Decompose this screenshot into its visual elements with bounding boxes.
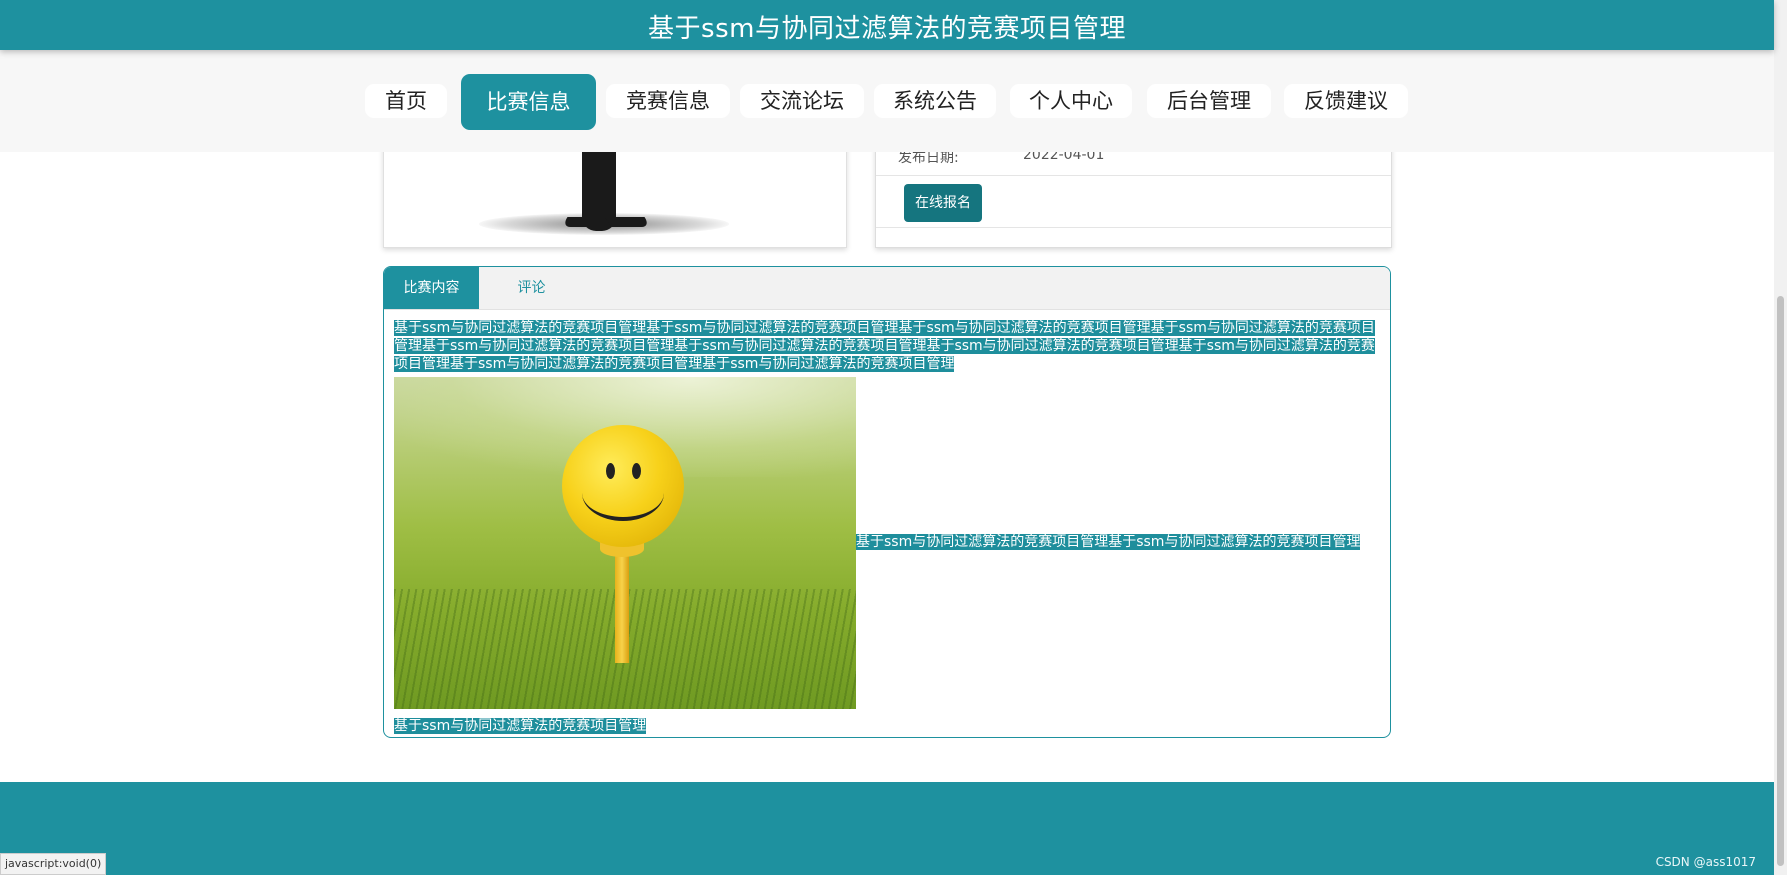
site-footer: CSDN @ass1017 [0,782,1774,875]
nav-item-match-info[interactable]: 比赛信息 [461,74,596,130]
nav-item-forum[interactable]: 交流论坛 [740,84,864,118]
content-paragraph: 基于ssm与协同过滤算法的竞赛项目管理基于ssm与协同过滤算法的竞赛项目管理基于… [394,320,1375,372]
scrollbar-thumb[interactable] [1777,296,1784,866]
status-bar-url: javascript:void(0) [0,853,107,875]
image-caption-text: 基于ssm与协同过滤算法的竞赛项目管理基于ssm与协同过滤算法的竞赛项目管理 [856,534,1361,550]
nav-item-feedback[interactable]: 反馈建议 [1284,84,1408,118]
detail-tab-panel: 比赛内容 评论 基于ssm与协同过滤算法的竞赛项目管理基于ssm与协同过滤算法的… [383,266,1391,738]
nav-item-home[interactable]: 首页 [365,84,447,118]
site-header: 基于ssm与协同过滤算法的竞赛项目管理 [0,0,1774,50]
smiley-ball-icon [562,425,684,547]
tab-comments[interactable]: 评论 [479,267,584,309]
signup-button[interactable]: 在线报名 [904,184,982,222]
site-title: 基于ssm与协同过滤算法的竞赛项目管理 [648,14,1126,44]
match-content-text: 基于ssm与协同过滤算法的竞赛项目管理基于ssm与协同过滤算法的竞赛项目管理基于… [394,319,1379,373]
nav-item-personal-center[interactable]: 个人中心 [1010,84,1132,118]
nav-item-announcements[interactable]: 系统公告 [874,84,996,118]
divider [876,227,1391,228]
tab-strip: 比赛内容 评论 [384,267,1390,310]
nav-item-competition-info[interactable]: 竞赛信息 [606,84,730,118]
golf-ball-image [394,377,856,709]
watermark: CSDN @ass1017 [1655,855,1756,869]
nav-item-admin[interactable]: 后台管理 [1147,84,1271,118]
tab-match-content[interactable]: 比赛内容 [384,267,479,309]
divider [876,175,1391,176]
publish-date-label: 发布日期: [898,150,959,166]
page-scrollbar[interactable] [1774,0,1787,875]
content-footer-text: 基于ssm与协同过滤算法的竞赛项目管理 [394,718,647,734]
main-nav: 首页 比赛信息 竞赛信息 交流论坛 系统公告 个人中心 后台管理 反馈建议 [0,50,1774,152]
